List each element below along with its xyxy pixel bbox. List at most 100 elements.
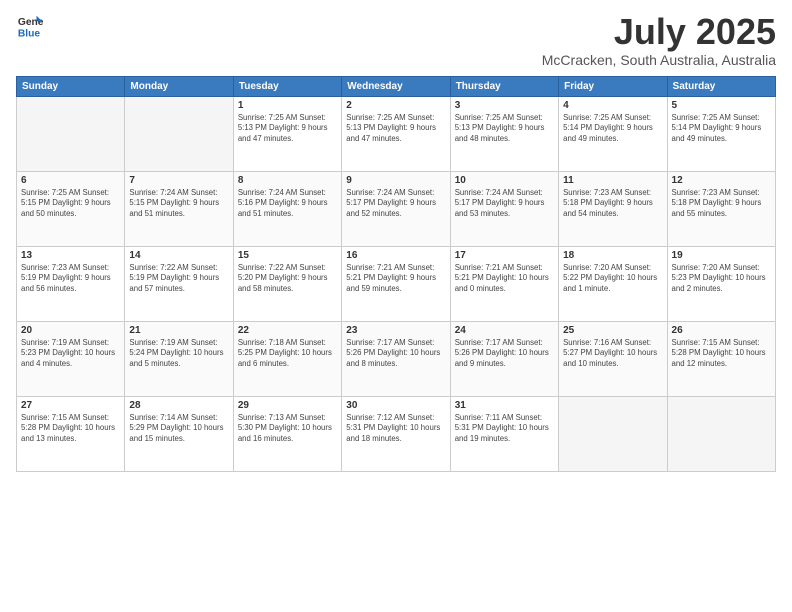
day-number: 26 <box>672 325 771 336</box>
calendar-week-5: 27 Sunrise: 7:15 AM Sunset: 5:28 PM Dayli… <box>17 396 776 471</box>
calendar-cell: 5 Sunrise: 7:25 AM Sunset: 5:14 PM Daylig… <box>667 96 775 171</box>
calendar-cell: 22 Sunrise: 7:18 AM Sunset: 5:25 PM Dayli… <box>233 321 341 396</box>
calendar-cell: 6Sunrise: 7:25 AM Sunset: 5:15 PM Daylig… <box>17 171 125 246</box>
day-info: Sunrise: 7:13 AM Sunset: 5:30 PM Dayligh… <box>238 413 337 445</box>
day-info: Sunrise: 7:22 AM Sunset: 5:20 PM Dayligh… <box>238 263 337 295</box>
calendar-cell: 19 Sunrise: 7:20 AM Sunset: 5:23 PM Dayli… <box>667 246 775 321</box>
day-number: 17 <box>455 250 554 261</box>
calendar-cell: 14Sunrise: 7:22 AM Sunset: 5:19 PM Dayli… <box>125 246 233 321</box>
calendar-cell: 20 Sunrise: 7:19 AM Sunset: 5:23 PM Dayli… <box>17 321 125 396</box>
day-number: 3 <box>455 100 554 111</box>
day-number: 27 <box>21 400 120 411</box>
day-info: Sunrise: 7:20 AM Sunset: 5:23 PM Dayligh… <box>672 263 771 295</box>
day-info: Sunrise: 7:11 AM Sunset: 5:31 PM Dayligh… <box>455 413 554 445</box>
day-info: Sunrise: 7:15 AM Sunset: 5:28 PM Dayligh… <box>672 338 771 370</box>
svg-text:Blue: Blue <box>18 28 41 39</box>
day-number: 31 <box>455 400 554 411</box>
day-info: Sunrise: 7:24 AM Sunset: 5:17 PM Dayligh… <box>455 188 554 220</box>
day-number: 15 <box>238 250 337 261</box>
calendar-cell: 26 Sunrise: 7:15 AM Sunset: 5:28 PM Dayli… <box>667 321 775 396</box>
day-number: 22 <box>238 325 337 336</box>
day-number: 19 <box>672 250 771 261</box>
calendar-cell: 30 Sunrise: 7:12 AM Sunset: 5:31 PM Dayli… <box>342 396 450 471</box>
day-info: Sunrise: 7:23 AM Sunset: 5:19 PM Dayligh… <box>21 263 120 295</box>
calendar-cell: 7 Sunrise: 7:24 AM Sunset: 5:15 PM Daylig… <box>125 171 233 246</box>
day-info: Sunrise: 7:23 AM Sunset: 5:18 PM Dayligh… <box>563 188 662 220</box>
calendar-cell: 8 Sunrise: 7:24 AM Sunset: 5:16 PM Daylig… <box>233 171 341 246</box>
day-info: Sunrise: 7:24 AM Sunset: 5:15 PM Dayligh… <box>129 188 228 220</box>
day-header-sunday: Sunday <box>17 76 125 96</box>
subtitle: McCracken, South Australia, Australia <box>542 52 776 68</box>
day-info: Sunrise: 7:14 AM Sunset: 5:29 PM Dayligh… <box>129 413 228 445</box>
day-info: Sunrise: 7:23 AM Sunset: 5:18 PM Dayligh… <box>672 188 771 220</box>
day-number: 18 <box>563 250 662 261</box>
day-info: Sunrise: 7:25 AM Sunset: 5:13 PM Dayligh… <box>346 113 445 145</box>
calendar-cell: 21 Sunrise: 7:19 AM Sunset: 5:24 PM Dayli… <box>125 321 233 396</box>
day-info: Sunrise: 7:25 AM Sunset: 5:13 PM Dayligh… <box>238 113 337 145</box>
calendar-cell: 25Sunrise: 7:16 AM Sunset: 5:27 PM Dayli… <box>559 321 667 396</box>
day-info: Sunrise: 7:24 AM Sunset: 5:16 PM Dayligh… <box>238 188 337 220</box>
calendar-cell: 27 Sunrise: 7:15 AM Sunset: 5:28 PM Dayli… <box>17 396 125 471</box>
main-title: July 2025 <box>542 12 776 52</box>
day-info: Sunrise: 7:25 AM Sunset: 5:15 PM Dayligh… <box>21 188 120 220</box>
calendar-cell: 31 Sunrise: 7:11 AM Sunset: 5:31 PM Dayli… <box>450 396 558 471</box>
calendar-cell: 29 Sunrise: 7:13 AM Sunset: 5:30 PM Dayli… <box>233 396 341 471</box>
calendar-cell: 13Sunrise: 7:23 AM Sunset: 5:19 PM Dayli… <box>17 246 125 321</box>
day-number: 21 <box>129 325 228 336</box>
day-number: 2 <box>346 100 445 111</box>
day-number: 9 <box>346 175 445 186</box>
day-header-monday: Monday <box>125 76 233 96</box>
calendar-cell: 9 Sunrise: 7:24 AM Sunset: 5:17 PM Daylig… <box>342 171 450 246</box>
page-header: General Blue July 2025 McCracken, South … <box>16 12 776 68</box>
calendar-cell: 11 Sunrise: 7:23 AM Sunset: 5:18 PM Dayli… <box>559 171 667 246</box>
day-number: 5 <box>672 100 771 111</box>
day-header-wednesday: Wednesday <box>342 76 450 96</box>
day-info: Sunrise: 7:19 AM Sunset: 5:24 PM Dayligh… <box>129 338 228 370</box>
title-block: July 2025 McCracken, South Australia, Au… <box>542 12 776 68</box>
logo: General Blue <box>16 12 44 40</box>
day-number: 7 <box>129 175 228 186</box>
calendar-cell: 2 Sunrise: 7:25 AM Sunset: 5:13 PM Daylig… <box>342 96 450 171</box>
day-info: Sunrise: 7:21 AM Sunset: 5:21 PM Dayligh… <box>346 263 445 295</box>
calendar-cell: 18 Sunrise: 7:20 AM Sunset: 5:22 PM Dayli… <box>559 246 667 321</box>
day-number: 28 <box>129 400 228 411</box>
day-info: Sunrise: 7:17 AM Sunset: 5:26 PM Dayligh… <box>346 338 445 370</box>
day-info: Sunrise: 7:20 AM Sunset: 5:22 PM Dayligh… <box>563 263 662 295</box>
day-info: Sunrise: 7:19 AM Sunset: 5:23 PM Dayligh… <box>21 338 120 370</box>
day-header-friday: Friday <box>559 76 667 96</box>
calendar-week-3: 13Sunrise: 7:23 AM Sunset: 5:19 PM Dayli… <box>17 246 776 321</box>
calendar-cell <box>559 396 667 471</box>
day-info: Sunrise: 7:21 AM Sunset: 5:21 PM Dayligh… <box>455 263 554 295</box>
svg-text:General: General <box>18 17 44 28</box>
calendar-week-2: 6Sunrise: 7:25 AM Sunset: 5:15 PM Daylig… <box>17 171 776 246</box>
day-number: 11 <box>563 175 662 186</box>
day-info: Sunrise: 7:12 AM Sunset: 5:31 PM Dayligh… <box>346 413 445 445</box>
calendar-cell: 10Sunrise: 7:24 AM Sunset: 5:17 PM Dayli… <box>450 171 558 246</box>
day-info: Sunrise: 7:25 AM Sunset: 5:14 PM Dayligh… <box>672 113 771 145</box>
calendar-cell: 23Sunrise: 7:17 AM Sunset: 5:26 PM Dayli… <box>342 321 450 396</box>
day-header-thursday: Thursday <box>450 76 558 96</box>
day-info: Sunrise: 7:22 AM Sunset: 5:19 PM Dayligh… <box>129 263 228 295</box>
calendar-cell: 4Sunrise: 7:25 AM Sunset: 5:14 PM Daylig… <box>559 96 667 171</box>
day-info: Sunrise: 7:16 AM Sunset: 5:27 PM Dayligh… <box>563 338 662 370</box>
day-header-saturday: Saturday <box>667 76 775 96</box>
day-info: Sunrise: 7:24 AM Sunset: 5:17 PM Dayligh… <box>346 188 445 220</box>
day-header-tuesday: Tuesday <box>233 76 341 96</box>
logo-icon: General Blue <box>16 12 44 40</box>
calendar-table: SundayMondayTuesdayWednesdayThursdayFrid… <box>16 76 776 472</box>
calendar-cell: 16Sunrise: 7:21 AM Sunset: 5:21 PM Dayli… <box>342 246 450 321</box>
day-info: Sunrise: 7:17 AM Sunset: 5:26 PM Dayligh… <box>455 338 554 370</box>
day-info: Sunrise: 7:15 AM Sunset: 5:28 PM Dayligh… <box>21 413 120 445</box>
day-number: 30 <box>346 400 445 411</box>
day-number: 4 <box>563 100 662 111</box>
day-info: Sunrise: 7:25 AM Sunset: 5:13 PM Dayligh… <box>455 113 554 145</box>
day-number: 29 <box>238 400 337 411</box>
calendar-cell: 1Sunrise: 7:25 AM Sunset: 5:13 PM Daylig… <box>233 96 341 171</box>
calendar-cell: 17 Sunrise: 7:21 AM Sunset: 5:21 PM Dayli… <box>450 246 558 321</box>
calendar-cell <box>17 96 125 171</box>
day-info: Sunrise: 7:18 AM Sunset: 5:25 PM Dayligh… <box>238 338 337 370</box>
day-number: 24 <box>455 325 554 336</box>
day-number: 8 <box>238 175 337 186</box>
day-number: 20 <box>21 325 120 336</box>
calendar-cell <box>667 396 775 471</box>
